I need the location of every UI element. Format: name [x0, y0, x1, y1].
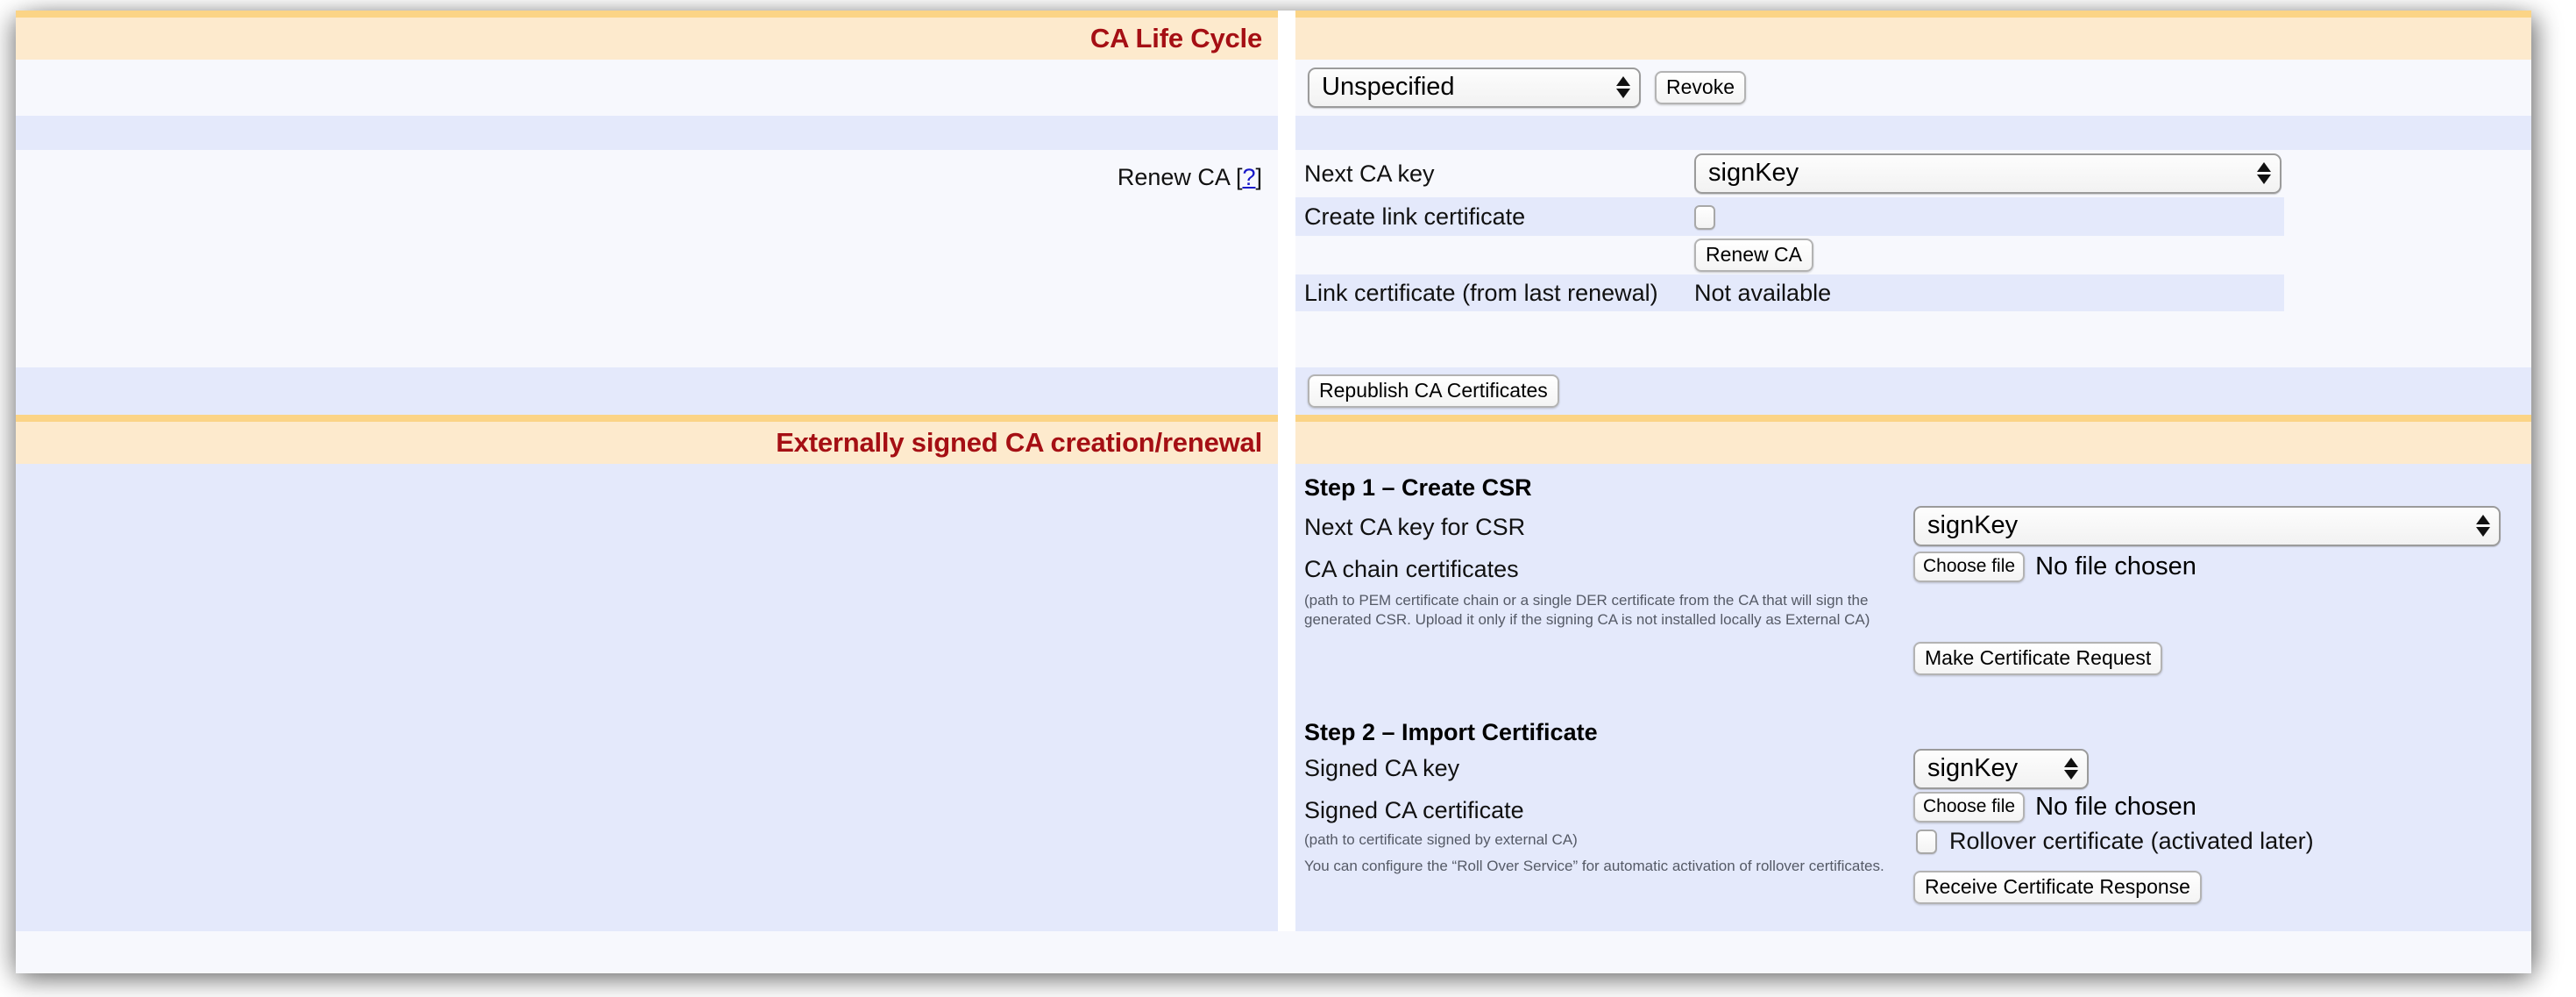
step-2-heading: Step 2 – Import Certificate: [1304, 719, 1598, 746]
ca-chain-certificates-hint: (path to PEM certificate chain or a sing…: [1304, 591, 1918, 630]
renew-ca-label-text: Renew CA [: [1118, 164, 1243, 190]
next-ca-key-value: signKey: [1708, 160, 1799, 186]
table-row: Create link certificate: [1295, 197, 2284, 236]
revocation-reason-value: Unspecified: [1322, 75, 1455, 100]
row-external-ca-body: Step 1 – Create CSR Next CA key for CSR …: [16, 464, 2531, 931]
ca-admin-page: CA Life Cycle Unspecified Revoke Renew C…: [16, 11, 2531, 973]
signed-ca-key-select[interactable]: signKey: [1913, 749, 2089, 789]
ca-chain-choose-file-button[interactable]: Choose file: [1913, 552, 2025, 582]
rollover-certificate-row: Rollover certificate (activated later): [1916, 828, 2314, 855]
row-spacer-1: [16, 116, 2531, 150]
step-1-heading: Step 1 – Create CSR: [1304, 474, 1532, 502]
signed-ca-certificate-label: Signed CA certificate: [1304, 797, 1524, 824]
table-row: Next CA key signKey: [1295, 150, 2284, 197]
chevron-updown-icon: [2257, 162, 2271, 184]
renew-ca-help-link[interactable]: ?: [1242, 164, 1255, 190]
signed-ca-file-status: No file chosen: [2035, 793, 2196, 822]
chevron-updown-icon: [2064, 758, 2078, 780]
column-gap: [1278, 150, 1295, 325]
next-ca-key-select[interactable]: signKey: [1694, 153, 2281, 194]
next-ca-key-for-csr-label: Next CA key for CSR: [1304, 514, 1525, 541]
section-header-external-ca: Externally signed CA creation/renewal: [16, 415, 2531, 464]
renew-ca-label-bracket: ]: [1255, 164, 1262, 190]
column-gap: [1278, 325, 1295, 367]
column-gap: [1278, 367, 1295, 415]
link-certificate-value: Not available: [1694, 274, 2284, 311]
rollover-certificate-label: Rollover certificate (activated later): [1949, 828, 2314, 855]
signed-ca-key-label: Signed CA key: [1304, 755, 1459, 782]
receive-certificate-response-button[interactable]: Receive Certificate Response: [1913, 871, 2202, 904]
revocation-reason-select[interactable]: Unspecified: [1308, 68, 1641, 108]
row-republish: Republish CA Certificates: [16, 367, 2531, 415]
section-title-external-ca: Externally signed CA creation/renewal: [16, 422, 1278, 464]
column-gap: [1278, 415, 1295, 464]
rollover-service-hint: You can configure the “Roll Over Service…: [1304, 857, 1909, 876]
next-ca-key-for-csr-value: signKey: [1927, 513, 2018, 538]
signed-ca-certificate-file-input[interactable]: Choose file No file chosen: [1913, 792, 2196, 823]
ca-chain-file-status: No file chosen: [2035, 552, 2196, 581]
link-certificate-label: Link certificate (from last renewal): [1295, 274, 1694, 311]
column-gap: [1278, 11, 1295, 60]
ca-chain-certificates-label: CA chain certificates: [1304, 556, 1519, 583]
signed-ca-choose-file-button[interactable]: Choose file: [1913, 792, 2025, 823]
chevron-updown-icon: [1616, 76, 1630, 98]
column-gap: [1278, 60, 1295, 116]
make-certificate-request-button[interactable]: Make Certificate Request: [1913, 642, 2162, 675]
ca-chain-file-input[interactable]: Choose file No file chosen: [1913, 552, 2196, 582]
renew-ca-button[interactable]: Renew CA: [1694, 239, 1813, 272]
rollover-certificate-checkbox[interactable]: [1916, 830, 1937, 854]
chevron-updown-icon: [2476, 515, 2490, 537]
renew-ca-empty-label: [1295, 236, 1694, 274]
column-gap: [1278, 464, 1295, 931]
republish-ca-certificates-button[interactable]: Republish CA Certificates: [1308, 374, 1559, 408]
table-row: Renew CA: [1295, 236, 2284, 274]
renew-ca-label: Renew CA [?]: [16, 150, 1278, 192]
signed-ca-certificate-hint: (path to certificate signed by external …: [1304, 830, 1918, 850]
signed-ca-key-value: signKey: [1927, 756, 2018, 781]
renew-ca-fields-table: Next CA key signKey Create link certific…: [1295, 150, 2284, 311]
row-spacer-2: [16, 325, 2531, 367]
section-title-ca-life-cycle: CA Life Cycle: [16, 18, 1278, 60]
revoke-button[interactable]: Revoke: [1655, 71, 1746, 104]
column-gap: [1278, 116, 1295, 150]
section-header-ca-life-cycle: CA Life Cycle: [16, 11, 2531, 60]
row-renew-ca: Renew CA [?] Next CA key signKey Create …: [16, 150, 2531, 325]
table-row: Link certificate (from last renewal) Not…: [1295, 274, 2284, 311]
create-link-certificate-label: Create link certificate: [1295, 197, 1694, 236]
next-ca-key-label: Next CA key: [1295, 150, 1694, 197]
create-link-certificate-checkbox[interactable]: [1694, 205, 1715, 230]
row-revoke: Unspecified Revoke: [16, 60, 2531, 116]
next-ca-key-for-csr-select[interactable]: signKey: [1913, 506, 2501, 546]
